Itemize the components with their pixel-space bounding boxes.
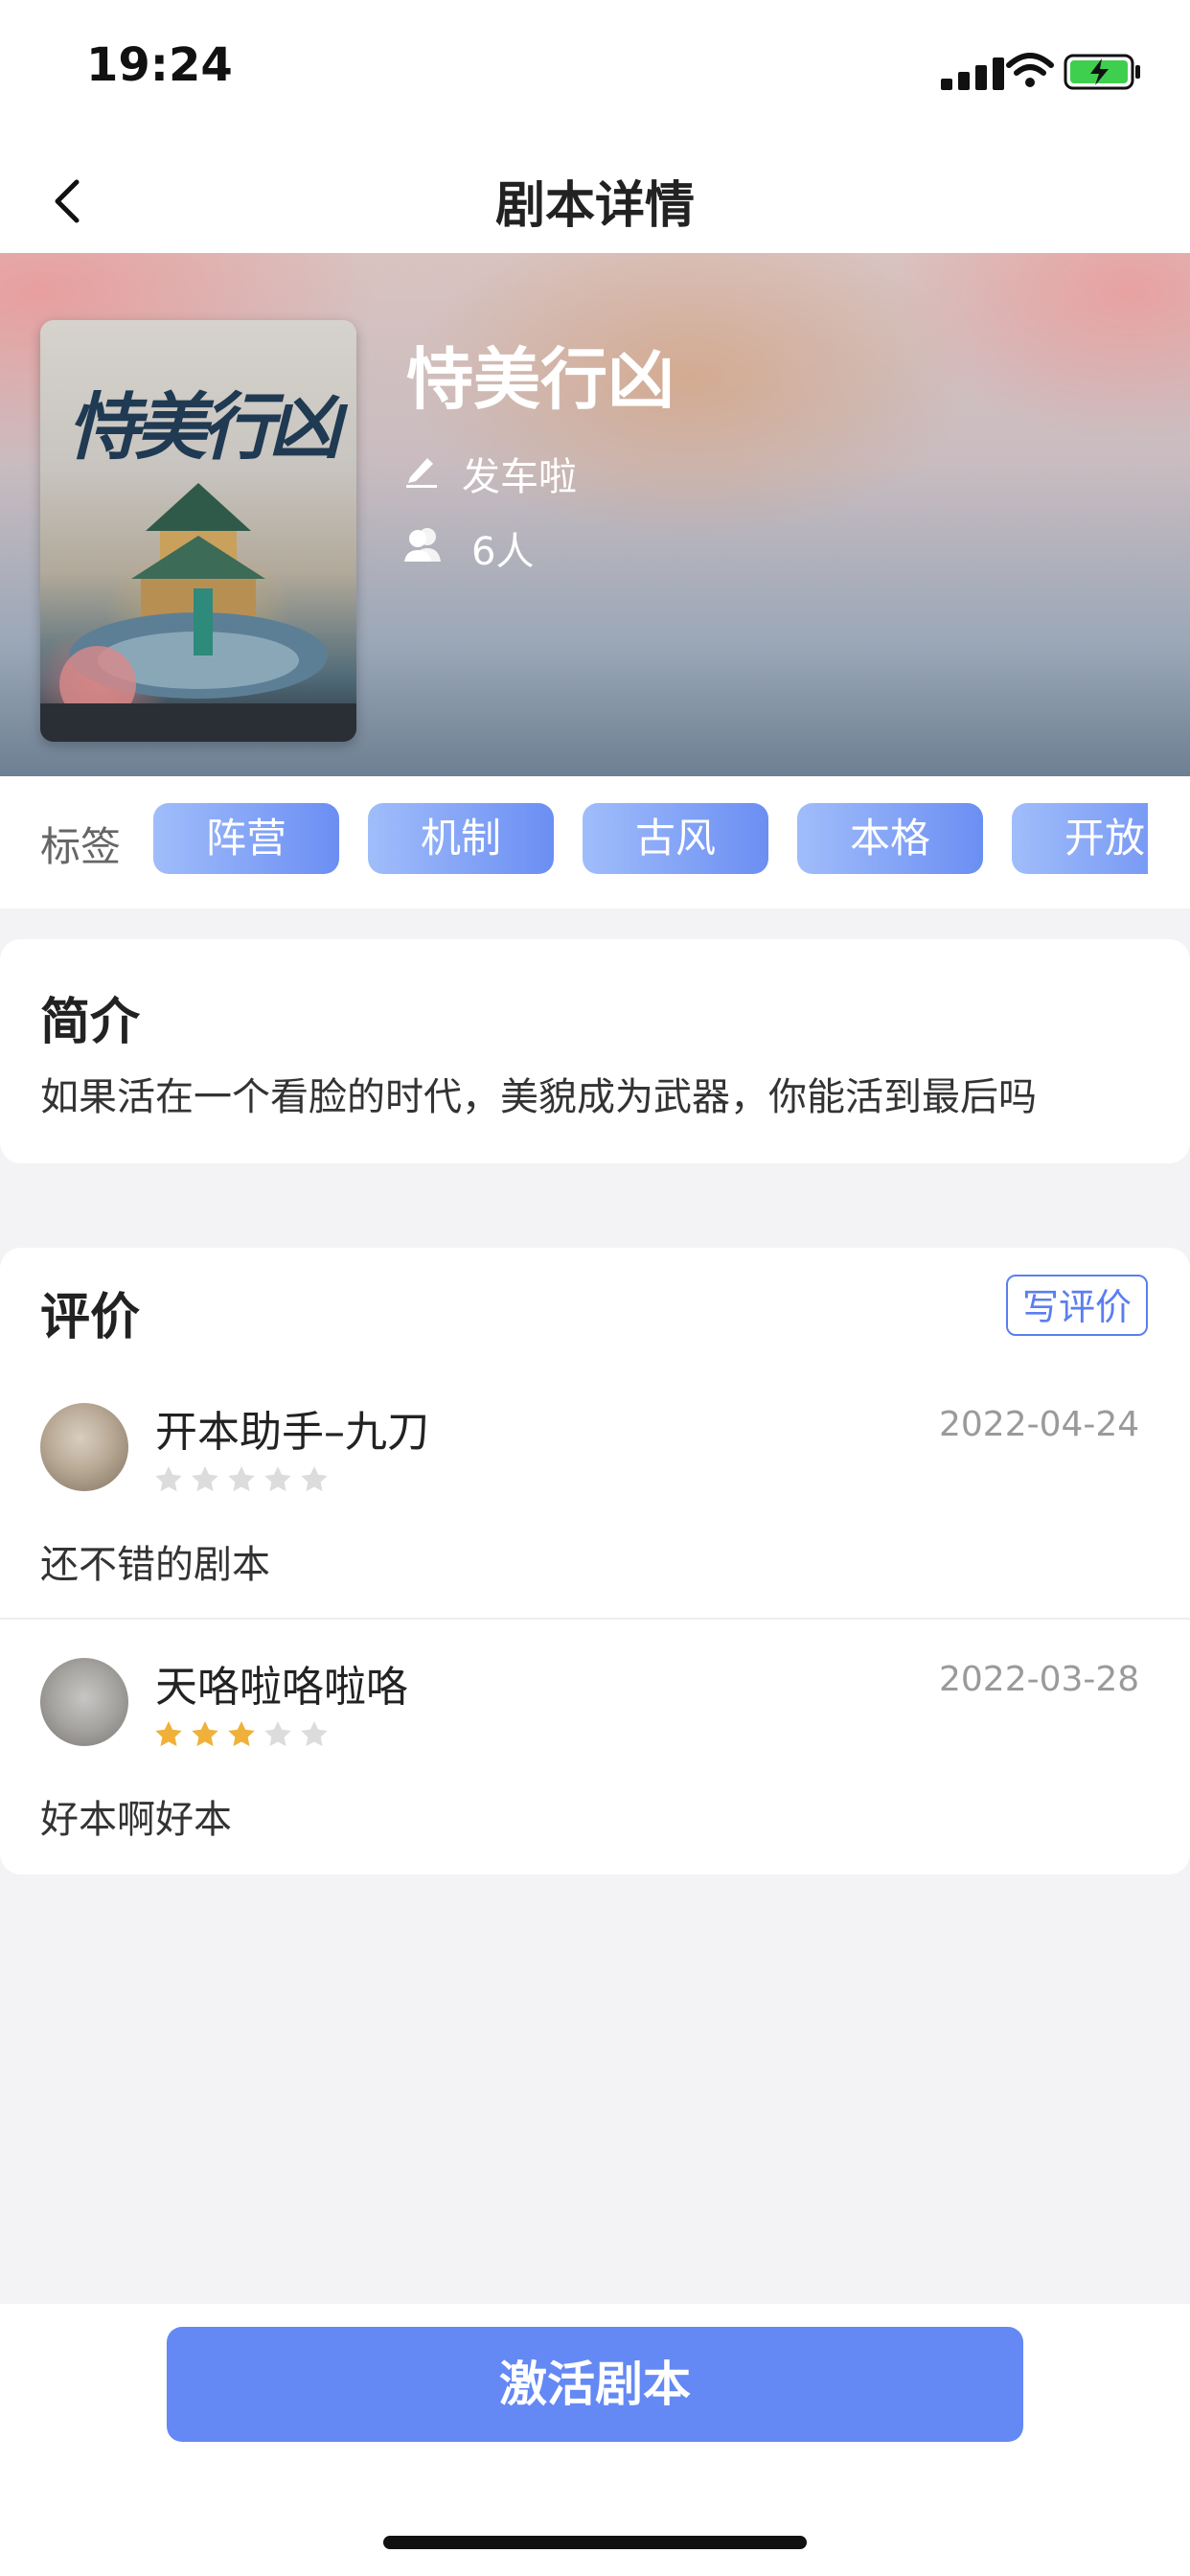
tag-chip[interactable]: 本格 (797, 803, 983, 874)
star-icon (155, 1466, 182, 1492)
star-icon (155, 1721, 182, 1747)
page-title: 剧本详情 (494, 177, 695, 235)
star-icon (301, 1721, 328, 1747)
star-icon (264, 1466, 291, 1492)
script-author: 发车啦 (462, 455, 577, 499)
people-icon (404, 528, 441, 562)
wifi-icon (1006, 53, 1054, 87)
review-date: 2022-03-28 (939, 1660, 1140, 1699)
poster-artwork (40, 483, 356, 742)
battery-charging-icon (1064, 54, 1140, 90)
reviewer-name: 开本助手–九刀 (155, 1408, 429, 1457)
avatar[interactable] (40, 1658, 128, 1746)
tags-label: 标签 (40, 823, 122, 870)
star-icon (264, 1721, 291, 1747)
edit-pen-icon (406, 458, 437, 488)
review-text: 好本啊好本 (40, 1798, 232, 1842)
tag-chip[interactable]: 开放 (1012, 803, 1148, 874)
review-text: 还不错的剧本 (40, 1543, 270, 1587)
activate-script-button[interactable]: 激活剧本 (167, 2327, 1023, 2442)
home-indicator[interactable] (383, 2536, 807, 2549)
divider (0, 1618, 1190, 1620)
write-review-button[interactable]: 写评价 (1006, 1275, 1148, 1336)
tag-chip[interactable]: 古风 (583, 803, 768, 874)
script-poster[interactable]: 恃美行凶 (40, 320, 356, 742)
star-icon (228, 1721, 255, 1747)
status-time: 19:24 (86, 38, 233, 92)
poster-title: 恃美行凶 (67, 384, 341, 470)
tag-chip[interactable]: 阵营 (153, 803, 339, 874)
cellular-signal-icon (941, 58, 1004, 90)
rating-stars (153, 1464, 330, 1495)
star-icon (228, 1466, 255, 1492)
intro-text: 如果活在一个看脸的时代，美貌成为武器，你能活到最后吗 (40, 1075, 1037, 1119)
tags-scroll[interactable]: 阵营 机制 古风 本格 开放 (153, 803, 1148, 874)
star-icon (192, 1466, 218, 1492)
star-icon (301, 1466, 328, 1492)
intro-title: 简介 (40, 994, 141, 1051)
player-count: 6人 (471, 530, 535, 574)
tag-chip[interactable]: 机制 (368, 803, 554, 874)
intro-card (0, 939, 1190, 1163)
reviews-title: 评价 (40, 1289, 141, 1346)
star-icon (192, 1721, 218, 1747)
rating-stars (153, 1719, 330, 1750)
reviewer-name: 天咯啦咯啦咯 (155, 1663, 408, 1712)
script-title: 恃美行凶 (406, 340, 675, 419)
review-date: 2022-04-24 (939, 1405, 1140, 1444)
avatar[interactable] (40, 1403, 128, 1491)
